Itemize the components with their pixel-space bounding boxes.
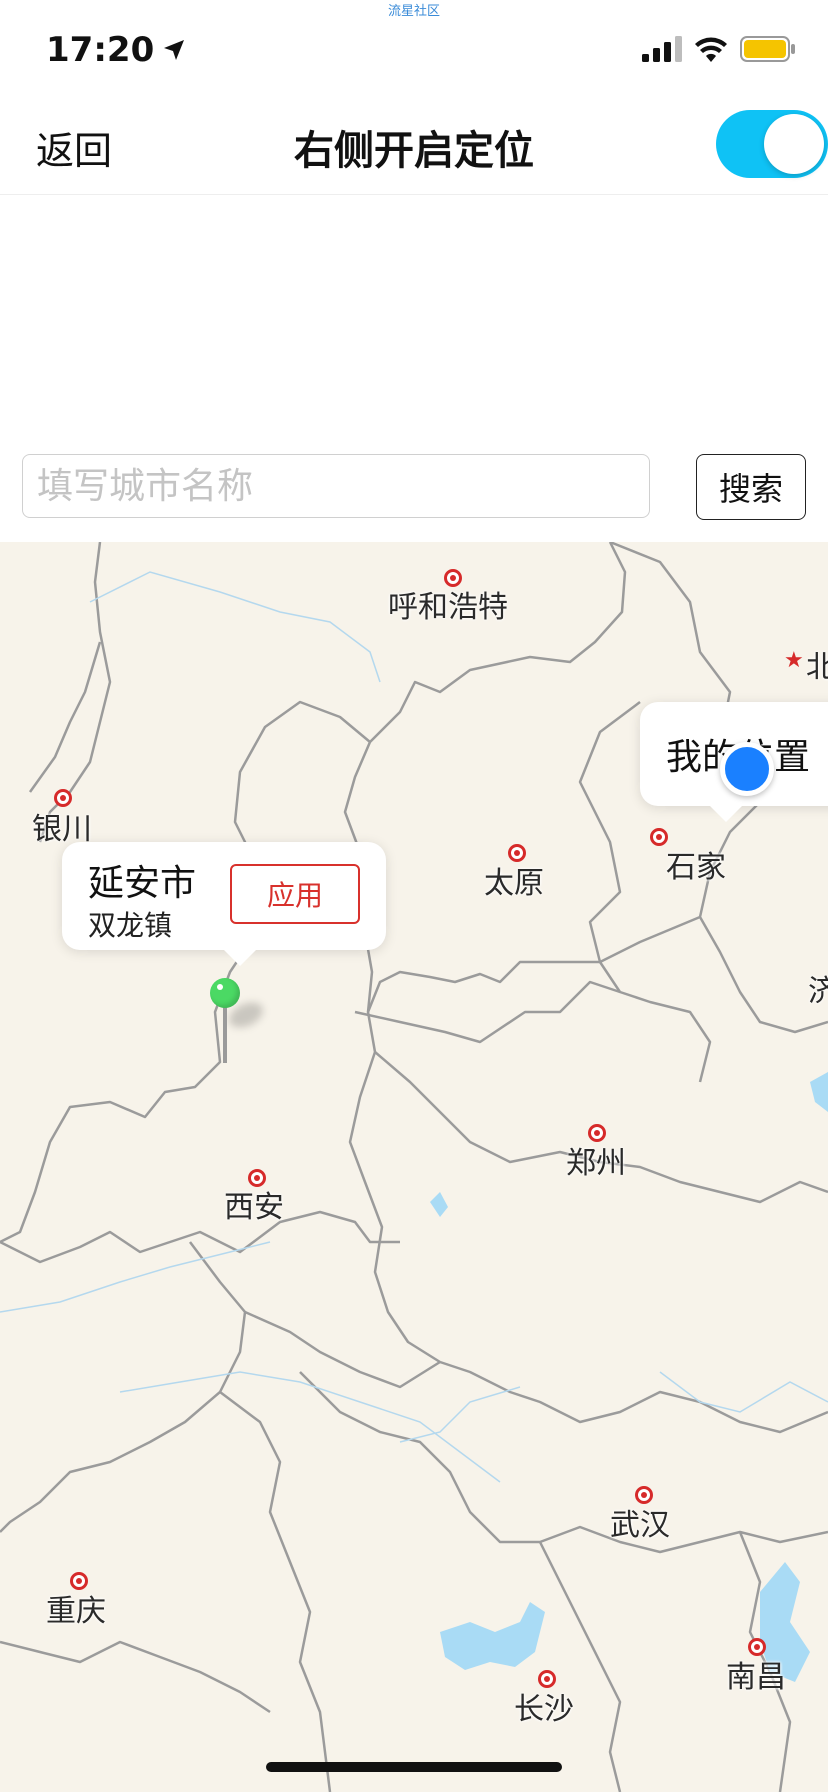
city-label-chongqing: 重庆 xyxy=(46,1594,106,1629)
nav-bar: 返回 右侧开启定位 xyxy=(0,92,828,195)
apply-button[interactable]: 应用 xyxy=(230,864,360,924)
map-pin-icon[interactable] xyxy=(210,978,240,1008)
city-label-hohhot: 呼和浩特 xyxy=(388,590,508,625)
cellular-signal-icon xyxy=(642,36,682,62)
city-label-changsha: 长沙 xyxy=(514,1692,574,1727)
status-bar: 17:20 xyxy=(0,0,828,92)
capital-star-icon: ★ xyxy=(784,648,804,673)
city-label-taiyuan: 太原 xyxy=(484,866,544,901)
city-label-zhengzhou: 郑州 xyxy=(566,1146,626,1181)
home-indicator xyxy=(266,1762,562,1772)
city-search-input[interactable] xyxy=(22,454,650,518)
callout-city-title: 延安市 xyxy=(88,863,197,904)
back-button[interactable]: 返回 xyxy=(36,120,112,175)
my-location-dot xyxy=(720,742,774,796)
status-icons xyxy=(642,36,796,62)
map-view[interactable]: 呼和浩特 银川 太原 石家 郑州 西安 武汉 重庆 长沙 南昌 ★ 北 济 我的… xyxy=(0,542,828,1792)
city-label-nanchang: 南昌 xyxy=(726,1660,786,1695)
location-arrow-icon xyxy=(164,40,185,60)
wifi-icon xyxy=(695,37,727,62)
search-button[interactable]: 搜索 xyxy=(696,454,806,520)
city-label-shijiazhuang: 石家 xyxy=(666,850,726,885)
time-text: 17:20 xyxy=(46,30,155,70)
city-label-jinan: 济 xyxy=(808,974,828,1009)
toggle-knob xyxy=(764,114,824,174)
location-toggle[interactable] xyxy=(716,110,828,178)
callout-town-subtitle: 双龙镇 xyxy=(88,909,173,942)
selected-location-callout: 延安市 双龙镇 应用 xyxy=(62,842,386,966)
city-label-wuhan: 武汉 xyxy=(610,1508,670,1543)
status-time: 17:20 xyxy=(46,30,186,70)
battery-icon xyxy=(740,36,795,62)
page-title: 右侧开启定位 xyxy=(294,128,534,174)
pin-stick xyxy=(223,1007,227,1063)
city-label-xian: 西安 xyxy=(224,1190,284,1225)
city-label-beijing: 北 xyxy=(806,650,828,685)
